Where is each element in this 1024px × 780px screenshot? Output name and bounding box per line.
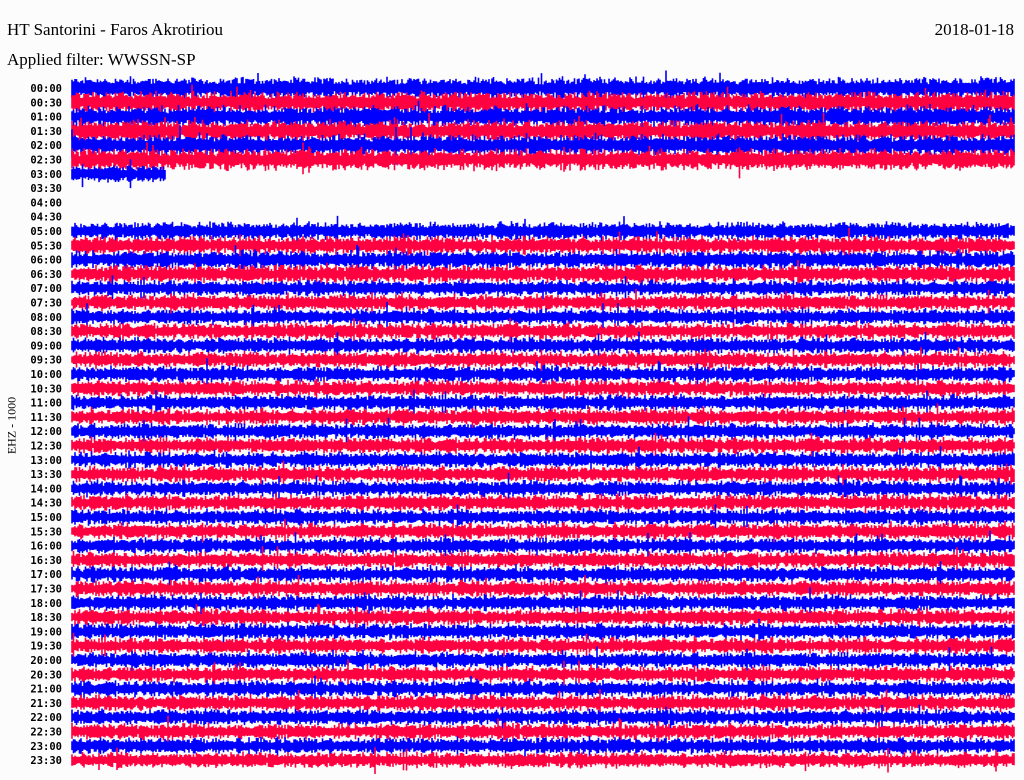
row-time-label: 05:30	[30, 240, 62, 252]
row-time-label: 07:30	[30, 298, 62, 310]
row-time-label: 08:30	[30, 326, 62, 338]
row-time-label: 16:00	[30, 541, 62, 553]
trace-1100	[71, 389, 1015, 417]
row-time-label: 06:30	[30, 269, 62, 281]
row-time-label: 14:30	[30, 498, 62, 510]
row-time-label: 20:00	[30, 655, 62, 667]
row-time-label: 09:00	[30, 340, 62, 352]
row-time-label: 11:30	[30, 412, 62, 424]
row-time-label: 13:30	[30, 469, 62, 481]
row-time-label: 04:30	[30, 212, 62, 224]
row-time-label: 01:30	[30, 126, 62, 138]
row-time-label: 03:30	[30, 183, 62, 195]
row-time-label: 21:00	[30, 684, 62, 696]
row-time-label: 15:00	[30, 512, 62, 524]
row-time-label: 17:00	[30, 569, 62, 581]
row-time-label: 10:00	[30, 369, 62, 381]
row-time-label: 22:30	[30, 727, 62, 739]
row-time-label: 18:30	[30, 612, 62, 624]
row-time-label: 05:00	[30, 226, 62, 238]
row-time-label: 16:30	[30, 555, 62, 567]
row-time-label: 19:00	[30, 626, 62, 638]
row-time-label: 15:30	[30, 526, 62, 538]
row-time-label: 17:30	[30, 584, 62, 596]
row-time-label: 01:00	[30, 112, 62, 124]
row-time-label: 18:00	[30, 598, 62, 610]
row-time-label: 19:30	[30, 641, 62, 653]
row-time-label: 11:00	[30, 398, 62, 410]
row-time-label: 02:00	[30, 140, 62, 152]
row-time-label: 14:00	[30, 483, 62, 495]
row-time-label: 04:00	[30, 197, 62, 209]
row-time-label: 07:00	[30, 283, 62, 295]
row-time-label: 21:30	[30, 698, 62, 710]
row-time-label: 09:30	[30, 355, 62, 367]
row-time-label: 20:30	[30, 669, 62, 681]
row-time-label: 00:30	[30, 97, 62, 109]
row-time-label: 03:00	[30, 169, 62, 181]
row-time-label: 12:30	[30, 441, 62, 453]
row-time-label: 06:00	[30, 255, 62, 267]
row-time-label: 23:00	[30, 741, 62, 753]
row-time-label: 13:00	[30, 455, 62, 467]
row-time-label: 12:00	[30, 426, 62, 438]
row-time-label: 10:30	[30, 383, 62, 395]
row-time-label: 22:00	[30, 712, 62, 724]
row-time-label: 00:00	[30, 83, 62, 95]
helicorder-plot: 00:00 00:30 01:00 01:30 02:00 02:30 03:00 03:30…	[30, 70, 1015, 774]
row-time-label: 08:00	[30, 312, 62, 324]
row-time-label: 02:30	[30, 155, 62, 167]
row-time-label: 23:30	[30, 755, 62, 767]
